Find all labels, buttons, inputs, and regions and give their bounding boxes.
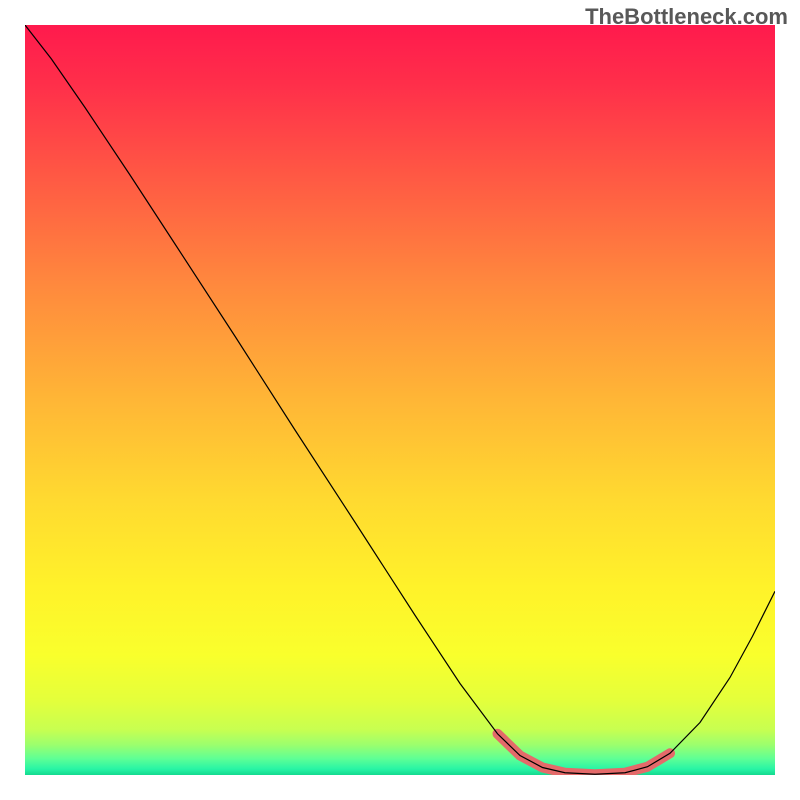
bottleneck-chart: TheBottleneck.com [0, 0, 800, 800]
watermark-text: TheBottleneck.com [585, 4, 788, 30]
plot-area [25, 25, 775, 775]
gradient-background [25, 25, 775, 775]
